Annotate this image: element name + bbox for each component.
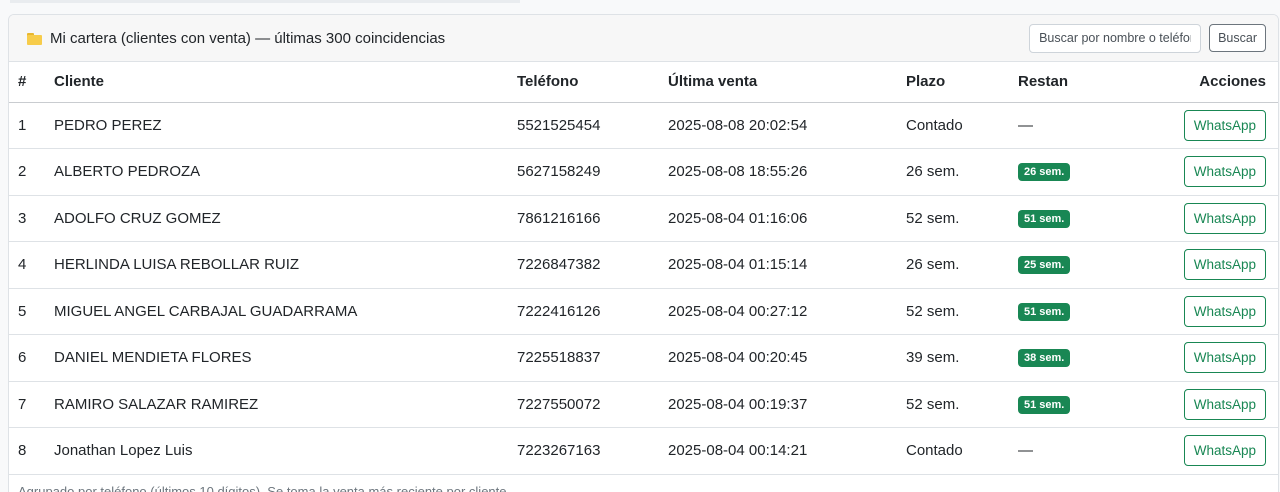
- column-header-phone: Teléfono: [517, 62, 668, 103]
- whatsapp-button[interactable]: WhatsApp: [1183, 388, 1266, 420]
- remaining-badge: 51 sem.: [1018, 209, 1071, 228]
- last-sale-date: 2025-08-04 01:16:06: [668, 195, 906, 242]
- client-name: ALBERTO PEDROZA: [54, 148, 517, 196]
- table-row: 3 ADOLFO CRUZ GOMEZ 7861216166 2025-08-04 0…: [9, 195, 1278, 242]
- client-portfolio-card: Mi cartera (clientes con venta) — última…: [8, 14, 1279, 492]
- last-sale-date: 2025-08-04 00:27:12: [668, 288, 906, 335]
- client-name: MIGUEL ANGEL CARBAJAL GUADARRAMA: [54, 288, 517, 335]
- card-title: Mi cartera (clientes con venta) — última…: [50, 29, 446, 47]
- search-input[interactable]: [1029, 23, 1202, 53]
- client-name: Jonathan Lopez Luis: [54, 427, 517, 475]
- client-phone: 5521525454: [517, 102, 668, 149]
- actions-cell: WhatsApp: [1138, 148, 1278, 196]
- remaining-badge: 26 sem.: [1018, 163, 1071, 182]
- table-row: 5 MIGUEL ANGEL CARBAJAL GUADARRAMA 7222416…: [9, 288, 1278, 335]
- table-header-row: # Cliente Teléfono Última venta Plazo Re…: [9, 62, 1278, 103]
- column-header-term: Plazo: [906, 62, 1018, 103]
- client-phone: 7226847382: [517, 241, 668, 289]
- remaining-badge: 51 sem.: [1018, 395, 1071, 414]
- remaining-badge: 38 sem.: [1018, 349, 1071, 368]
- remaining-cell: —: [1018, 102, 1138, 149]
- folder-icon: [27, 32, 42, 45]
- whatsapp-button[interactable]: WhatsApp: [1183, 342, 1266, 374]
- column-header-actions: Acciones: [1138, 62, 1278, 103]
- remaining-badge: 51 sem.: [1018, 302, 1071, 321]
- term: Contado: [906, 102, 1018, 149]
- term: Contado: [906, 427, 1018, 475]
- row-number: 2: [9, 148, 54, 196]
- row-number: 7: [9, 381, 54, 428]
- remaining-cell: 51 sem.: [1018, 288, 1138, 335]
- client-name: HERLINDA LUISA REBOLLAR RUIZ: [54, 241, 517, 289]
- clients-table: # Cliente Teléfono Última venta Plazo Re…: [9, 62, 1278, 475]
- row-number: 1: [9, 102, 54, 149]
- whatsapp-button[interactable]: WhatsApp: [1183, 156, 1266, 188]
- last-sale-date: 2025-08-08 20:02:54: [668, 102, 906, 149]
- row-number: 4: [9, 241, 54, 289]
- client-phone: 7227550072: [517, 381, 668, 428]
- remaining-cell: 51 sem.: [1018, 381, 1138, 428]
- last-sale-date: 2025-08-04 00:14:21: [668, 427, 906, 475]
- client-name: RAMIRO SALAZAR RAMIREZ: [54, 381, 517, 428]
- remaining-dash: —: [1018, 442, 1033, 460]
- table-body: 1 PEDRO PEREZ 5521525454 2025-08-08 20:02:5…: [9, 102, 1278, 475]
- whatsapp-button[interactable]: WhatsApp: [1183, 109, 1266, 141]
- term: 52 sem.: [906, 195, 1018, 242]
- actions-cell: WhatsApp: [1138, 334, 1278, 382]
- top-strip: [10, 0, 520, 3]
- client-name: PEDRO PEREZ: [54, 102, 517, 149]
- last-sale-date: 2025-08-04 00:20:45: [668, 334, 906, 382]
- table-row: 4 HERLINDA LUISA REBOLLAR RUIZ 7226847382 2…: [9, 241, 1278, 289]
- search-button[interactable]: Buscar: [1209, 24, 1266, 52]
- row-number: 8: [9, 427, 54, 475]
- search-group: Buscar: [1029, 23, 1266, 53]
- whatsapp-button[interactable]: WhatsApp: [1183, 202, 1266, 234]
- actions-cell: WhatsApp: [1138, 102, 1278, 149]
- whatsapp-button[interactable]: WhatsApp: [1183, 435, 1266, 467]
- term: 26 sem.: [906, 148, 1018, 196]
- term: 39 sem.: [906, 334, 1018, 382]
- table-row: 6 DANIEL MENDIETA FLORES 7225518837 2025-08…: [9, 334, 1278, 382]
- card-header: Mi cartera (clientes con venta) — última…: [9, 15, 1278, 62]
- actions-cell: WhatsApp: [1138, 381, 1278, 428]
- row-number: 3: [9, 195, 54, 242]
- term: 52 sem.: [906, 288, 1018, 335]
- row-number: 5: [9, 288, 54, 335]
- actions-cell: WhatsApp: [1138, 195, 1278, 242]
- client-phone: 7223267163: [517, 427, 668, 475]
- row-number: 6: [9, 334, 54, 382]
- remaining-cell: —: [1018, 427, 1138, 475]
- column-header-client: Cliente: [54, 62, 517, 103]
- actions-cell: WhatsApp: [1138, 427, 1278, 475]
- client-name: ADOLFO CRUZ GOMEZ: [54, 195, 517, 242]
- actions-cell: WhatsApp: [1138, 241, 1278, 289]
- term: 26 sem.: [906, 241, 1018, 289]
- column-header-last-sale: Última venta: [668, 62, 906, 103]
- client-phone: 7222416126: [517, 288, 668, 335]
- client-name: DANIEL MENDIETA FLORES: [54, 334, 517, 382]
- remaining-cell: 38 sem.: [1018, 334, 1138, 382]
- column-header-num: #: [9, 62, 54, 103]
- remaining-cell: 26 sem.: [1018, 148, 1138, 196]
- term: 52 sem.: [906, 381, 1018, 428]
- last-sale-date: 2025-08-04 01:15:14: [668, 241, 906, 289]
- footer-note: Agrupado por teléfono (últimos 10 dígito…: [18, 483, 511, 492]
- last-sale-date: 2025-08-08 18:55:26: [668, 148, 906, 196]
- client-phone: 7225518837: [517, 334, 668, 382]
- actions-cell: WhatsApp: [1138, 288, 1278, 335]
- table-row: 8 Jonathan Lopez Luis 7223267163 2025-08-04…: [9, 427, 1278, 475]
- client-phone: 7861216166: [517, 195, 668, 242]
- table-row: 1 PEDRO PEREZ 5521525454 2025-08-08 20:02:5…: [9, 102, 1278, 149]
- remaining-cell: 51 sem.: [1018, 195, 1138, 242]
- table-row: 2 ALBERTO PEDROZA 5627158249 2025-08-08 18:…: [9, 148, 1278, 196]
- whatsapp-button[interactable]: WhatsApp: [1183, 295, 1266, 327]
- table-row: 7 RAMIRO SALAZAR RAMIREZ 7227550072 2025-08…: [9, 381, 1278, 428]
- remaining-badge: 25 sem.: [1018, 256, 1071, 275]
- last-sale-date: 2025-08-04 00:19:37: [668, 381, 906, 428]
- whatsapp-button[interactable]: WhatsApp: [1183, 249, 1266, 281]
- client-phone: 5627158249: [517, 148, 668, 196]
- remaining-cell: 25 sem.: [1018, 241, 1138, 289]
- remaining-dash: —: [1018, 116, 1033, 134]
- column-header-remaining: Restan: [1018, 62, 1138, 103]
